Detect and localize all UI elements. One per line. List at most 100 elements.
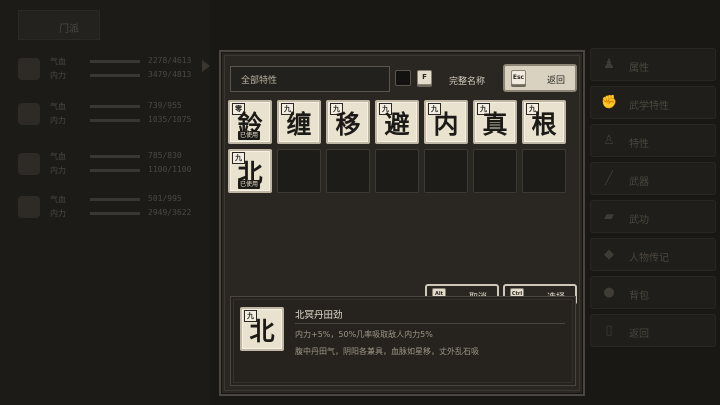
menu-item[interactable]: ♟ 属性 (590, 48, 716, 81)
menu-item-label: 属性 (629, 63, 649, 74)
used-badge: 已使用 (238, 131, 261, 140)
trait-card[interactable]: 九根 (522, 100, 566, 144)
trait-glyph: 内 (433, 110, 459, 139)
mp-bar (90, 212, 140, 215)
hp-value: 785/830 (148, 151, 182, 160)
fullname-toggle[interactable]: F 完整名称 (395, 66, 499, 92)
trait-card[interactable]: 九移 (326, 100, 370, 144)
hp-label: 气血 (50, 102, 66, 111)
trait-card[interactable]: 零鈴已使用 (228, 100, 272, 144)
menu-item[interactable]: ╱ 武器 (590, 162, 716, 195)
trait-glyph: 缠 (286, 110, 312, 139)
selection-arrow-icon (202, 60, 210, 72)
trait-filter-label: 全部特性 (241, 76, 278, 86)
hp-bar (90, 198, 140, 201)
scroll-icon: ▰ (604, 209, 614, 224)
hp-value: 2278/4613 (148, 56, 192, 65)
party-member-row[interactable]: 气血 2278/4613 内力 3479/4813 (12, 50, 207, 90)
menu-item[interactable]: ◆ 人物传记 (590, 238, 716, 271)
mp-value: 2949/3622 (148, 208, 192, 217)
trait-card[interactable]: 九真 (473, 100, 517, 144)
f-key-icon: F (417, 70, 432, 85)
trait-glyph: 根 (531, 110, 557, 139)
party-member-row[interactable]: 气血 501/995 内力 2949/3622 (12, 188, 207, 228)
hp-label: 气血 (50, 152, 66, 161)
trait-selection-panel: 全部特性 F 完整名称 Esc 返回 零鈴已使用九缠九移九避九内九真九根九北已使… (219, 50, 585, 396)
empty-trait-slot (326, 149, 370, 193)
hp-bar (90, 105, 140, 108)
hp-value: 501/995 (148, 194, 182, 203)
party-member-row[interactable]: 气血 785/830 内力 1100/1100 (12, 145, 207, 185)
trait-card[interactable]: 九避 (375, 100, 419, 144)
trait-glyph: 避 (384, 110, 410, 139)
sect-header: 门派 (18, 10, 100, 40)
mp-label: 内力 (50, 116, 66, 125)
empty-trait-slot (424, 149, 468, 193)
menu-item[interactable]: ● 背包 (590, 276, 716, 309)
menu-item[interactable]: ♙ 特性 (590, 124, 716, 157)
menu-item-label: 返回 (629, 329, 649, 340)
back-button[interactable]: Esc 返回 (503, 64, 577, 92)
fullname-label: 完整名称 (449, 77, 486, 87)
menu-item-label: 武器 (629, 177, 649, 188)
detail-divider (295, 323, 565, 324)
trait-glyph: 移 (335, 110, 361, 139)
hp-label: 气血 (50, 57, 66, 66)
fullname-checkbox[interactable] (395, 70, 411, 86)
portrait-icon (18, 153, 40, 175)
mp-bar (90, 169, 140, 172)
trait-filter-dropdown[interactable]: 全部特性 (230, 66, 390, 92)
hp-bar (90, 60, 140, 63)
trait-detail: 九 北 北冥丹田劲 内力+5%，50%几率吸取敌人内力5% 腹中丹田气，阴阳各兼… (230, 296, 576, 386)
detail-trait-card: 九 北 (240, 307, 284, 351)
bag-icon: ● (603, 285, 615, 300)
esc-key-icon: Esc (511, 70, 526, 85)
hp-bar (90, 155, 140, 158)
book-icon: ◆ (604, 247, 614, 262)
portrait-icon (18, 58, 40, 80)
empty-trait-slot (277, 149, 321, 193)
sect-title: 门派 (59, 24, 79, 35)
portrait-icon (18, 103, 40, 125)
mp-label: 内力 (50, 166, 66, 175)
mp-bar (90, 74, 140, 77)
menu-item-label: 特性 (629, 139, 649, 150)
menu-item-label: 武学特性 (629, 101, 669, 112)
party-member-row[interactable]: 气血 739/955 内力 1035/1075 (12, 95, 207, 135)
mp-bar (90, 119, 140, 122)
sword-icon: ╱ (605, 171, 613, 186)
mp-label: 内力 (50, 209, 66, 218)
trait-card[interactable]: 九缠 (277, 100, 321, 144)
mp-label: 内力 (50, 71, 66, 80)
menu-item[interactable]: ▯ 返回 (590, 314, 716, 347)
empty-trait-slot (473, 149, 517, 193)
trait-description: 腹中丹田气，阴阳各兼具，血脉如星移，丈外乱石吸 (295, 347, 479, 356)
exit-icon: ▯ (605, 323, 613, 338)
menu-item-label: 人物传记 (629, 253, 669, 264)
hp-label: 气血 (50, 195, 66, 204)
empty-trait-slot (522, 149, 566, 193)
menu-item[interactable]: ▰ 武功 (590, 200, 716, 233)
martial-icon: ✊ (601, 95, 618, 110)
mp-value: 3479/4813 (148, 70, 192, 79)
party-list: 门派 气血 2278/4613 内力 3479/4813 气血 739/955 内力 1035… (0, 0, 210, 405)
portrait-icon (18, 196, 40, 218)
character-menu: ♟ 属性 ✊ 武学特性 ♙ 特性 ╱ 武器 ▰ 武功 ◆ 人物传记 ● 背包 ▯ 返回 (590, 48, 716, 352)
trait-effect: 内力+5%，50%几率吸取敌人内力5% (295, 330, 433, 339)
used-badge: 已使用 (238, 180, 261, 189)
menu-item[interactable]: ✊ 武学特性 (590, 86, 716, 119)
mp-value: 1100/1100 (148, 165, 192, 174)
hp-value: 739/955 (148, 101, 182, 110)
detail-trait-glyph: 北 (249, 317, 275, 346)
trait-glyph: 真 (482, 110, 508, 139)
trait-card[interactable]: 九内 (424, 100, 468, 144)
trait-card[interactable]: 九北已使用 (228, 149, 272, 193)
mp-value: 1035/1075 (148, 115, 192, 124)
trait-icon: ♙ (603, 133, 615, 148)
menu-item-label: 武功 (629, 215, 649, 226)
body-icon: ♟ (603, 57, 615, 72)
empty-trait-slot (375, 149, 419, 193)
menu-item-label: 背包 (629, 291, 649, 302)
trait-name: 北冥丹田劲 (295, 310, 343, 321)
back-label: 返回 (547, 76, 566, 86)
